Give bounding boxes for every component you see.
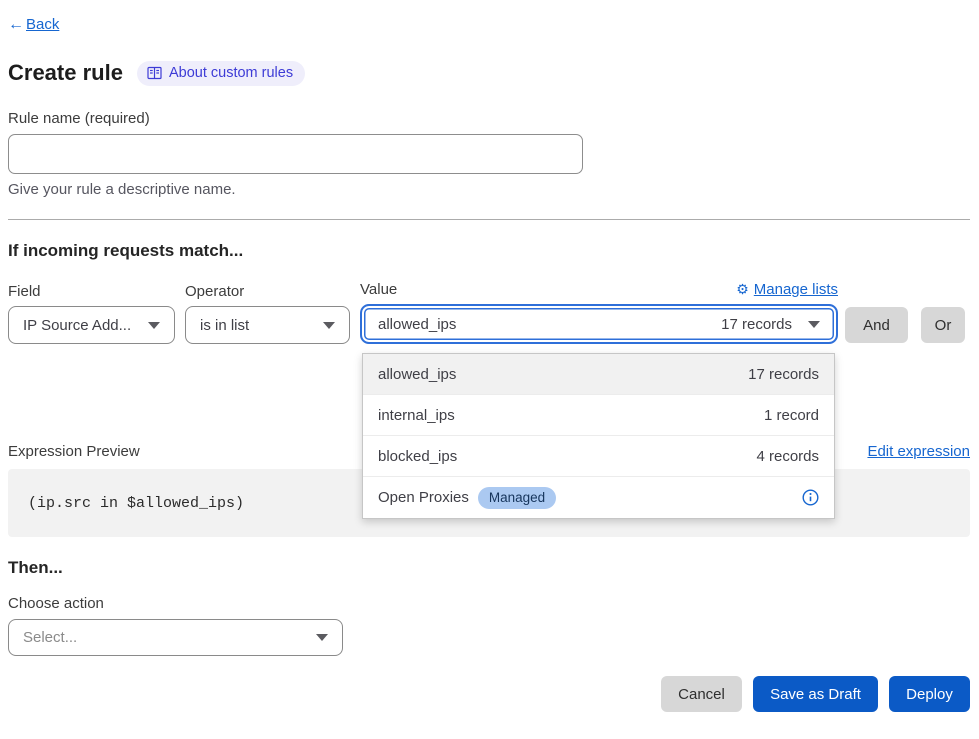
rule-name-label: Rule name (required) xyxy=(8,110,970,127)
action-select[interactable]: Select... xyxy=(8,619,343,656)
operator-select-value: is in list xyxy=(200,317,249,334)
footer-actions: Cancel Save as Draft Deploy xyxy=(8,676,970,712)
operator-column: Operator is in list xyxy=(185,283,350,344)
cancel-button[interactable]: Cancel xyxy=(661,676,742,712)
and-button[interactable]: And xyxy=(845,307,908,343)
deploy-button[interactable]: Deploy xyxy=(889,676,970,712)
about-custom-rules-link[interactable]: About custom rules xyxy=(137,61,305,86)
list-option-name: blocked_ips xyxy=(378,448,457,465)
managed-badge: Managed xyxy=(478,487,556,509)
list-option-open-proxies[interactable]: Open Proxies Managed xyxy=(363,477,834,518)
list-option-count: 1 record xyxy=(764,407,819,424)
match-heading: If incoming requests match... xyxy=(8,241,970,261)
title-row: Create rule About custom rules xyxy=(8,60,970,86)
manage-lists-link[interactable]: Manage lists xyxy=(754,281,838,298)
chevron-down-icon xyxy=(808,321,820,328)
chevron-down-icon xyxy=(148,322,160,329)
value-column: Value ⚙ Manage lists allowed_ips 17 reco… xyxy=(360,281,838,344)
match-condition-row: Field IP Source Add... Operator is in li… xyxy=(8,281,970,344)
chevron-down-icon xyxy=(316,634,328,641)
value-select[interactable]: allowed_ips 17 records xyxy=(360,304,838,344)
save-as-draft-button[interactable]: Save as Draft xyxy=(753,676,878,712)
back-arrow-icon: ← xyxy=(8,16,24,33)
field-select-value: IP Source Add... xyxy=(23,317,131,334)
operator-select[interactable]: is in list xyxy=(185,306,350,344)
field-label: Field xyxy=(8,283,175,300)
rule-name-input[interactable] xyxy=(8,134,583,174)
back-row: ←Back xyxy=(8,16,970,34)
lists-dropdown-panel: allowed_ips 17 records internal_ips 1 re… xyxy=(362,353,835,519)
value-select-count: 17 records xyxy=(721,316,792,333)
list-option-name: internal_ips xyxy=(378,407,455,424)
list-option-count: 4 records xyxy=(756,448,819,465)
action-select-placeholder: Select... xyxy=(23,629,77,646)
or-button[interactable]: Or xyxy=(921,307,965,343)
operator-label: Operator xyxy=(185,283,350,300)
list-option-internal-ips[interactable]: internal_ips 1 record xyxy=(363,395,834,436)
edit-expression-link[interactable]: Edit expression xyxy=(867,443,970,460)
info-icon[interactable] xyxy=(802,489,819,506)
back-link[interactable]: Back xyxy=(26,16,59,33)
page-title: Create rule xyxy=(8,60,123,86)
list-option-name: Open Proxies xyxy=(378,489,469,506)
value-select-value: allowed_ips xyxy=(378,316,456,333)
create-rule-page: ←Back Create rule About custom rules Rul… xyxy=(0,0,979,712)
value-label: Value xyxy=(360,281,397,298)
gear-icon: ⚙ xyxy=(736,281,749,298)
manage-lists: ⚙ Manage lists xyxy=(736,281,838,298)
about-badge-label: About custom rules xyxy=(169,65,293,81)
value-label-row: Value ⚙ Manage lists xyxy=(360,281,838,298)
choose-action-label: Choose action xyxy=(8,595,970,612)
field-column: Field IP Source Add... xyxy=(8,283,175,344)
list-option-allowed-ips[interactable]: allowed_ips 17 records xyxy=(363,354,834,395)
chevron-down-icon xyxy=(323,322,335,329)
list-option-blocked-ips[interactable]: blocked_ips 4 records xyxy=(363,436,834,477)
list-option-count: 17 records xyxy=(748,366,819,383)
then-heading: Then... xyxy=(8,558,970,578)
expression-code: (ip.src in $allowed_ips) xyxy=(28,495,244,512)
section-divider xyxy=(8,219,970,220)
expression-preview-label: Expression Preview xyxy=(8,443,140,460)
field-select[interactable]: IP Source Add... xyxy=(8,306,175,344)
book-icon xyxy=(147,66,162,80)
list-option-name: allowed_ips xyxy=(378,366,456,383)
rule-name-helper: Give your rule a descriptive name. xyxy=(8,181,970,198)
